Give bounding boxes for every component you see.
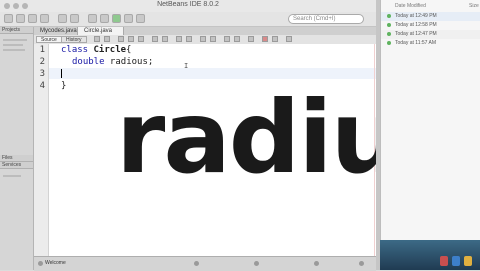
back-icon[interactable] xyxy=(94,36,100,42)
tab-projects[interactable]: Projects xyxy=(0,27,33,34)
comment-icon[interactable] xyxy=(200,36,206,42)
column-header-date-modified[interactable]: Date Modified xyxy=(395,3,426,9)
search-input[interactable]: Search (Cmd+I) xyxy=(288,14,364,24)
file-row[interactable]: Today at 12:49 PM xyxy=(381,12,480,21)
diff-icon[interactable] xyxy=(248,36,254,42)
history-view-button[interactable]: History xyxy=(61,36,87,43)
toggle-highlight-icon[interactable] xyxy=(152,36,158,42)
tab-welcome[interactable]: Welcome xyxy=(45,260,66,267)
status-bar: Welcome xyxy=(34,256,376,271)
current-line-highlight xyxy=(49,68,376,79)
shift-left-icon[interactable] xyxy=(176,36,182,42)
find-next-icon[interactable] xyxy=(138,36,144,42)
file-date: Today at 12:49 PM xyxy=(395,13,437,19)
dock-app-icon[interactable] xyxy=(440,256,448,266)
code-line: } xyxy=(61,81,66,91)
toggle-bookmark-icon[interactable] xyxy=(162,36,168,42)
close-window-button[interactable] xyxy=(4,3,10,9)
clean-build-icon[interactable] xyxy=(100,14,109,23)
line-number-gutter: 1 2 3 4 xyxy=(34,44,49,256)
uncomment-icon[interactable] xyxy=(210,36,216,42)
build-icon[interactable] xyxy=(88,14,97,23)
text-caret xyxy=(61,69,62,78)
line-number: 3 xyxy=(39,69,45,79)
main-toolbar: Search (Cmd+I) xyxy=(0,12,376,27)
redo-icon[interactable] xyxy=(70,14,79,23)
minimize-window-button[interactable] xyxy=(13,3,19,9)
file-row[interactable]: Today at 12:47 PM xyxy=(381,30,480,39)
profile-icon[interactable] xyxy=(136,14,145,23)
tasks-icon[interactable] xyxy=(272,36,278,42)
code-line: double radious; xyxy=(72,57,153,67)
status-dot-icon xyxy=(387,32,391,36)
source-view-button[interactable]: Source xyxy=(36,36,62,43)
tab-services[interactable]: Services xyxy=(0,162,33,169)
dock-app-icon[interactable] xyxy=(464,256,472,266)
status-dot-icon xyxy=(387,14,391,18)
status-dot-icon xyxy=(387,23,391,27)
open-project-icon[interactable] xyxy=(28,14,37,23)
line-number: 4 xyxy=(39,81,45,91)
goto-icon[interactable] xyxy=(286,36,292,42)
finder-window: Date Modified Size Today at 12:49 PM Tod… xyxy=(380,0,480,240)
dock-app-icon[interactable] xyxy=(452,256,460,266)
forward-icon[interactable] xyxy=(104,36,110,42)
notifications-icon[interactable] xyxy=(194,261,199,266)
run-icon[interactable] xyxy=(112,14,121,23)
code-text: } xyxy=(61,81,67,91)
code-keyword: class xyxy=(61,45,89,55)
column-header-size[interactable]: Size xyxy=(469,3,479,9)
insert-mode-icon xyxy=(359,261,364,266)
file-date: Today at 11:57 AM xyxy=(395,40,437,46)
tab-label: Circle.java xyxy=(84,28,113,34)
tab-label: Mycodes.java xyxy=(40,28,77,34)
new-project-icon[interactable] xyxy=(4,14,13,23)
line-number: 2 xyxy=(39,57,45,67)
window-title: NetBeans IDE 8.0.2 xyxy=(157,1,219,8)
shift-right-icon[interactable] xyxy=(186,36,192,42)
tree-item[interactable] xyxy=(3,49,25,51)
output-icon[interactable] xyxy=(38,261,43,266)
projects-panel: Projects Files Services xyxy=(0,27,34,270)
tab-files[interactable]: Files xyxy=(0,155,33,162)
tab-mycodes-java[interactable]: Mycodes.java xyxy=(34,27,78,35)
start-macro-icon[interactable] xyxy=(224,36,230,42)
record-icon[interactable] xyxy=(262,36,268,42)
class-name: Circle xyxy=(93,45,127,55)
tab-circle-java[interactable]: Circle.java xyxy=(78,27,124,35)
debug-icon[interactable] xyxy=(124,14,133,23)
stop-macro-icon[interactable] xyxy=(234,36,240,42)
code-text: radious; xyxy=(104,57,154,67)
save-all-icon[interactable] xyxy=(40,14,49,23)
code-line: class Circle{ xyxy=(61,45,131,55)
undo-icon[interactable] xyxy=(58,14,67,23)
find-icon[interactable] xyxy=(118,36,124,42)
line-number: 1 xyxy=(39,45,45,55)
find-previous-icon[interactable] xyxy=(128,36,134,42)
navigator-item[interactable] xyxy=(3,175,21,177)
code-text: { xyxy=(126,45,132,55)
overlay-caption: radius xyxy=(116,79,459,196)
ibeam-cursor-icon: I xyxy=(184,62,189,70)
file-date: Today at 12:47 PM xyxy=(395,31,437,37)
new-file-icon[interactable] xyxy=(16,14,25,23)
tree-item[interactable] xyxy=(3,44,23,46)
status-dot-icon xyxy=(387,41,391,45)
zoom-window-button[interactable] xyxy=(22,3,28,9)
file-row[interactable]: Today at 12:58 PM xyxy=(381,21,480,30)
code-keyword: double xyxy=(72,57,105,67)
file-row[interactable]: Today at 11:57 AM xyxy=(381,39,480,48)
file-date: Today at 12:58 PM xyxy=(395,22,437,28)
tree-item[interactable] xyxy=(3,39,27,41)
tasks-icon[interactable] xyxy=(254,261,259,266)
progress-icon[interactable] xyxy=(314,261,319,266)
